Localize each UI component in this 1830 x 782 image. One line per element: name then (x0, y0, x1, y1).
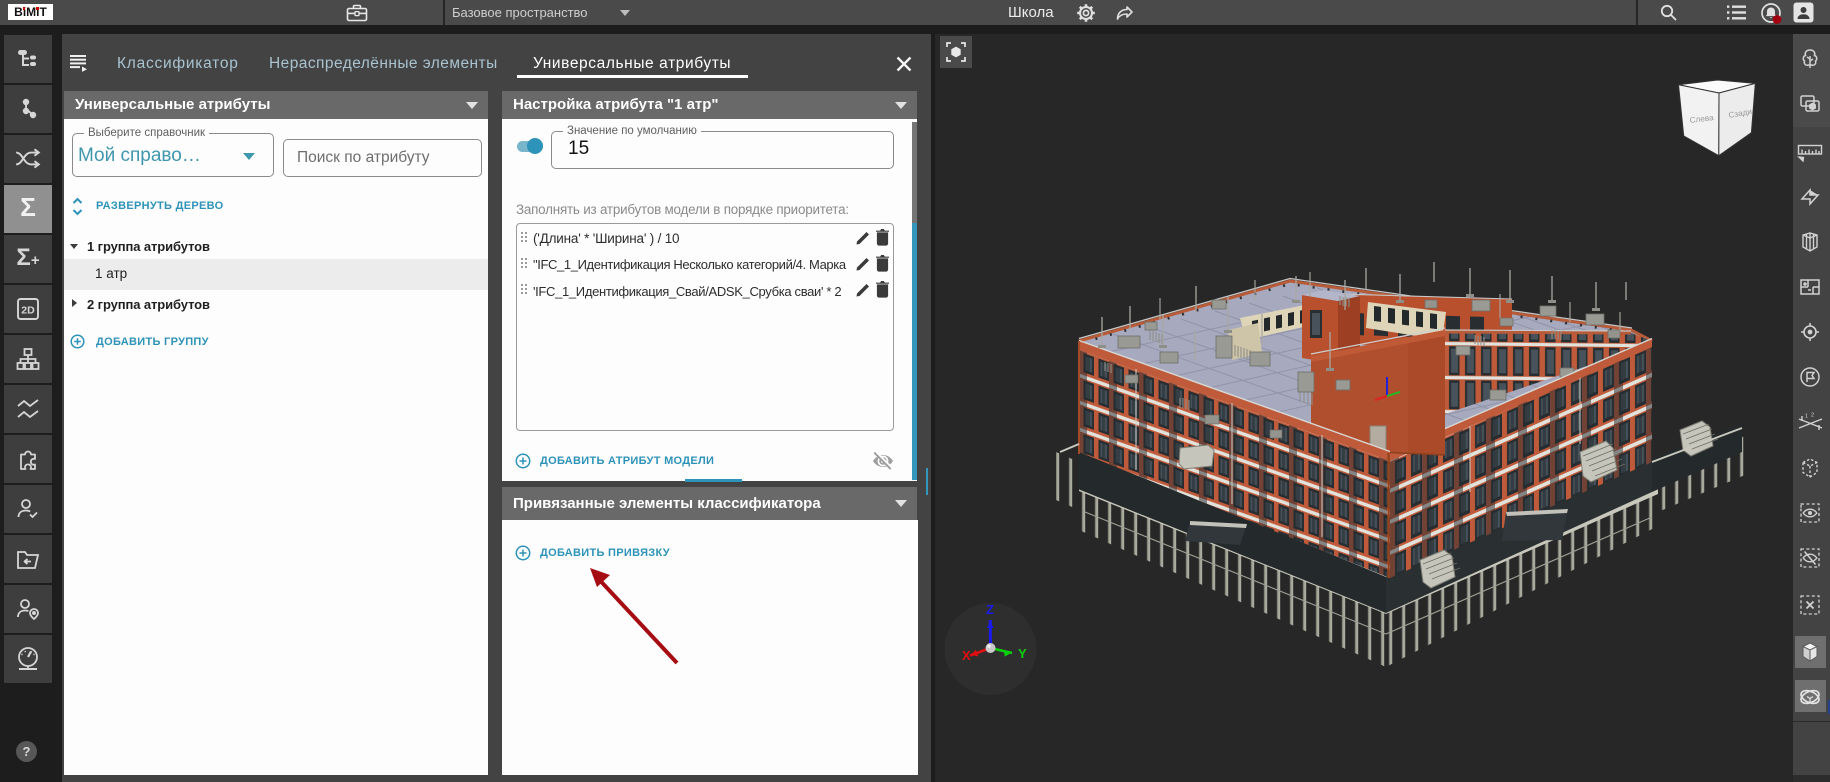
svg-text:2: 2 (1811, 413, 1814, 419)
svg-text:2D: 2D (21, 305, 35, 317)
svg-text:Z: Z (986, 602, 994, 617)
svg-text:1: 1 (1805, 414, 1808, 420)
svg-text:Y: Y (1018, 646, 1027, 661)
svg-text:X: X (962, 648, 971, 663)
